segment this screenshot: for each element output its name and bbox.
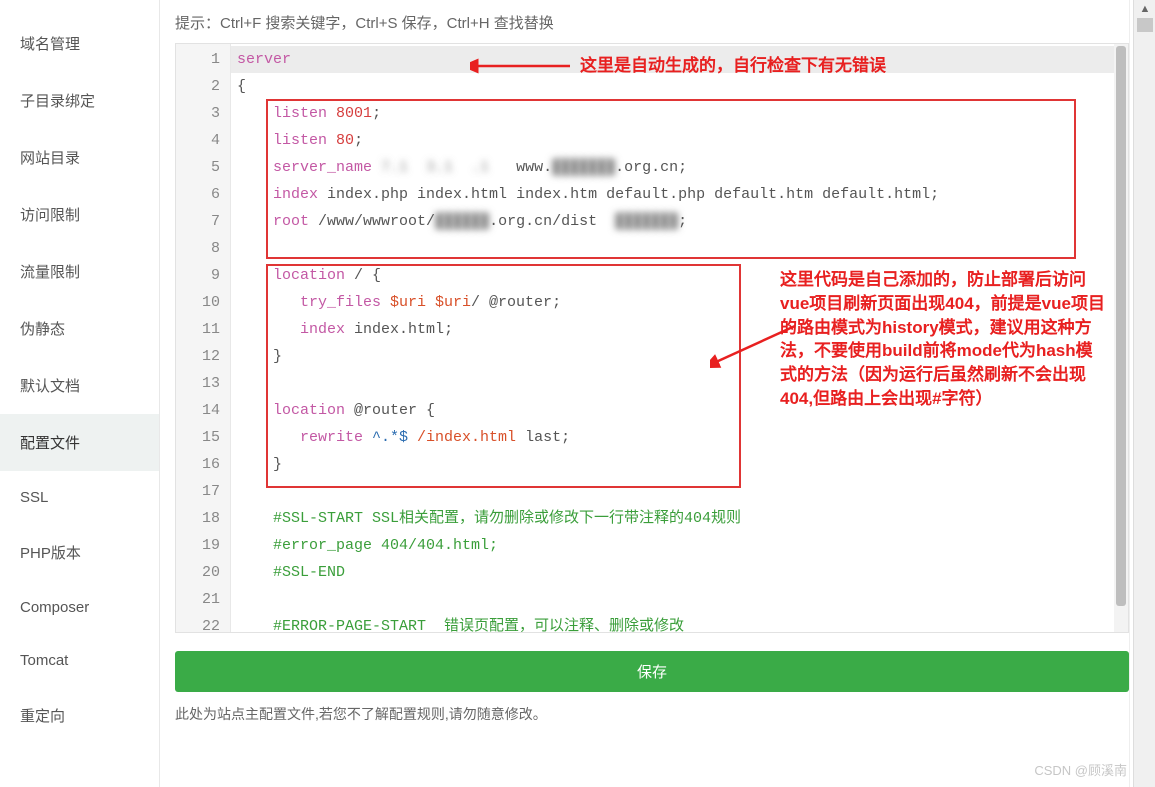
sidebar-item-12[interactable]: 重定向 <box>0 687 159 744</box>
editor-scrollbar[interactable] <box>1114 44 1128 632</box>
footer-note: 此处为站点主配置文件,若您不了解配置规则,请勿随意修改。 <box>175 704 1129 724</box>
sidebar: 域名管理子目录绑定网站目录访问限制流量限制伪静态默认文档配置文件SSLPHP版本… <box>0 0 160 787</box>
sidebar-item-3[interactable]: 访问限制 <box>0 186 159 243</box>
sidebar-item-1[interactable]: 子目录绑定 <box>0 72 159 129</box>
save-button[interactable]: 保存 <box>175 651 1129 692</box>
code-content[interactable]: server { listen 8001; listen 80; server_… <box>231 44 1114 632</box>
hint-text: 提示：Ctrl+F 搜索关键字，Ctrl+S 保存，Ctrl+H 查找替换 <box>175 12 1129 33</box>
sidebar-item-0[interactable]: 域名管理 <box>0 15 159 72</box>
scroll-thumb[interactable] <box>1137 18 1153 32</box>
sidebar-item-11[interactable]: Tomcat <box>0 634 159 687</box>
sidebar-item-10[interactable]: Composer <box>0 581 159 634</box>
sidebar-item-5[interactable]: 伪静态 <box>0 300 159 357</box>
watermark: CSDN @顾溪南 <box>1034 760 1127 779</box>
sidebar-item-6[interactable]: 默认文档 <box>0 357 159 414</box>
sidebar-item-4[interactable]: 流量限制 <box>0 243 159 300</box>
line-gutter: 12345678910111213141516171819202122 <box>176 44 231 632</box>
sidebar-item-2[interactable]: 网站目录 <box>0 129 159 186</box>
window-scrollbar[interactable]: ▲ <box>1133 0 1155 787</box>
sidebar-item-9[interactable]: PHP版本 <box>0 524 159 581</box>
scroll-up-icon[interactable]: ▲ <box>1134 0 1155 18</box>
sidebar-item-7[interactable]: 配置文件 <box>0 414 159 471</box>
code-editor[interactable]: 12345678910111213141516171819202122 serv… <box>175 43 1129 633</box>
sidebar-item-8[interactable]: SSL <box>0 471 159 524</box>
